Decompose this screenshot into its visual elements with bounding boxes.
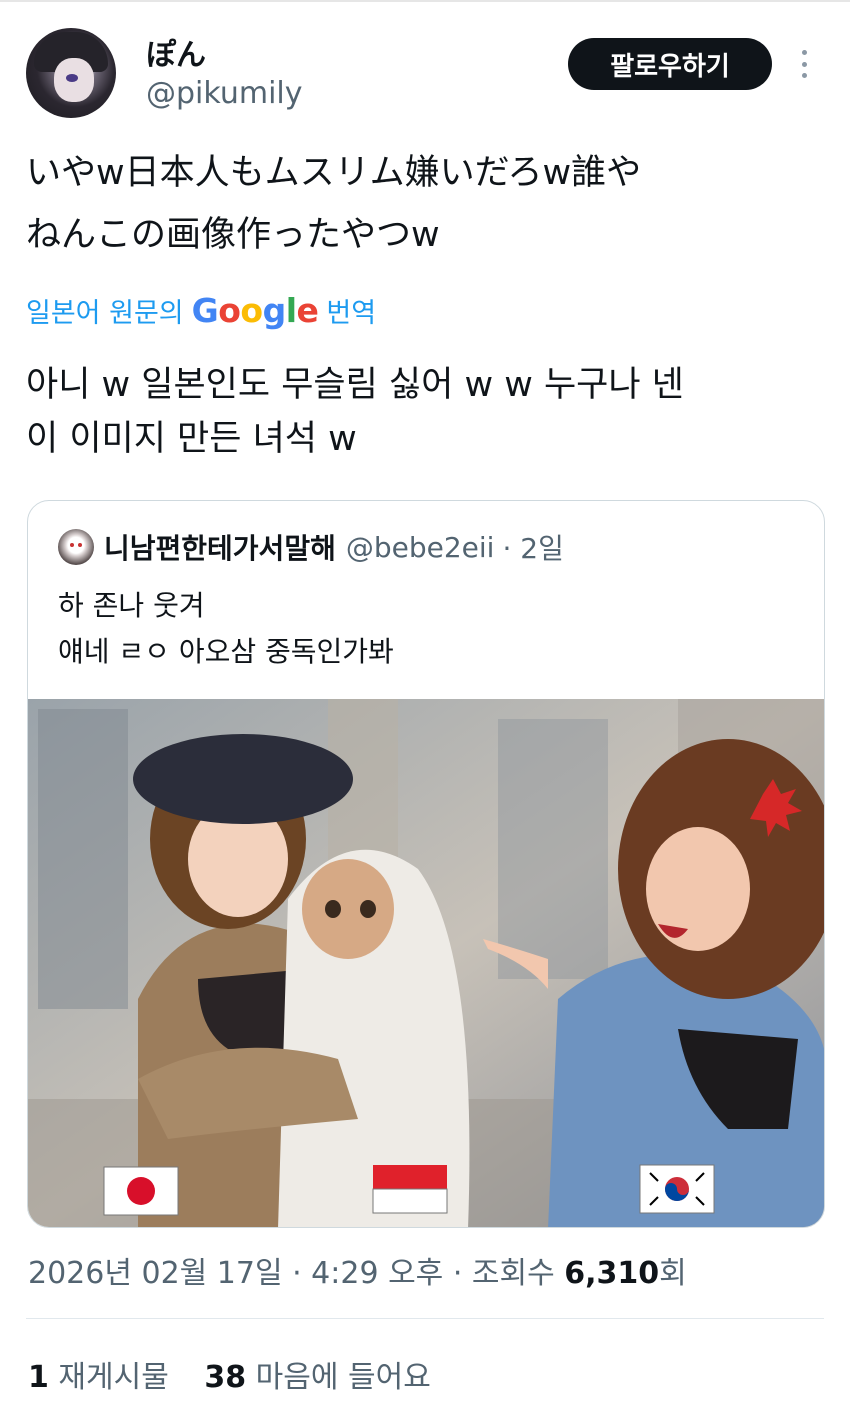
view-count: 6,310: [564, 1256, 660, 1291]
more-options-icon[interactable]: [792, 44, 816, 84]
likes-count: 38: [204, 1360, 247, 1395]
author-handle[interactable]: @pikumily: [146, 76, 303, 111]
translation-prefix: 일본어 원문의: [26, 297, 184, 329]
post-metadata: 2026년 02월 17일 · 4:29 오후 · 조회수 6,310회: [28, 1248, 687, 1292]
post-header: ぽん @pikumily 팔로우하기: [26, 28, 826, 120]
divider: [26, 1318, 824, 1319]
illustration-image: [28, 699, 824, 1227]
translation-suffix: 번역: [326, 297, 377, 329]
post-text-line: いやw日本人もムスリム嫌いだろw誰や: [26, 153, 642, 193]
quoted-post-header: 니남편한테가서말해 @bebe2eii · 2일: [58, 529, 564, 565]
quoted-text-line: 얘네 ㄹㅇ 아오삼 중독인가봐: [58, 635, 394, 668]
quoted-post-image[interactable]: [28, 699, 824, 1227]
google-logo: Google: [191, 290, 319, 330]
quoted-text-line: 하 존나 웃겨: [58, 589, 205, 622]
author-display-name[interactable]: ぽん: [146, 30, 206, 74]
quoted-author-name: 니남편한테가서말해: [104, 532, 336, 565]
translated-text-line: 아니 w 일본인도 무슬림 싫어 w w 누구나 넨: [26, 365, 684, 405]
quoted-author-avatar: [58, 529, 94, 565]
likes-stat[interactable]: 38 마음에 들어요: [204, 1360, 430, 1395]
engagement-stats: 1 재게시물 38 마음에 들어요: [28, 1352, 431, 1396]
translation-attribution[interactable]: 일본어 원문의 Google 번역: [26, 290, 376, 330]
quoted-author-handle: @bebe2eii: [345, 530, 495, 564]
quoted-post-time: · 2일: [502, 532, 564, 565]
quoted-post[interactable]: 니남편한테가서말해 @bebe2eii · 2일 하 존나 웃겨 얘네 ㄹㅇ 아…: [27, 500, 825, 1228]
reposts-stat[interactable]: 1 재게시물: [28, 1360, 169, 1395]
top-divider: [0, 0, 850, 2]
follow-button[interactable]: 팔로우하기: [568, 38, 772, 90]
reposts-label: 재게시물: [58, 1360, 169, 1395]
post-date-time: 2026년 02월 17일 · 4:29 오후 · 조회수: [28, 1256, 555, 1291]
translated-text: 아니 w 일본인도 무슬림 싫어 w w 누구나 넨 이 이미지 만든 녀석 w: [26, 358, 826, 466]
view-count-unit: 회: [659, 1256, 687, 1291]
quoted-post-text: 하 존나 웃겨 얘네 ㄹㅇ 아오삼 중독인가봐: [58, 583, 394, 675]
translated-text-line: 이 이미지 만든 녀석 w: [26, 419, 357, 459]
likes-label: 마음에 들어요: [255, 1360, 431, 1395]
author-avatar[interactable]: [26, 28, 116, 118]
post-text-line: ねんこの画像作ったやつw: [26, 215, 440, 255]
reposts-count: 1: [28, 1360, 49, 1395]
post-text: いやw日本人もムスリム嫌いだろw誰や ねんこの画像作ったやつw: [26, 142, 816, 266]
